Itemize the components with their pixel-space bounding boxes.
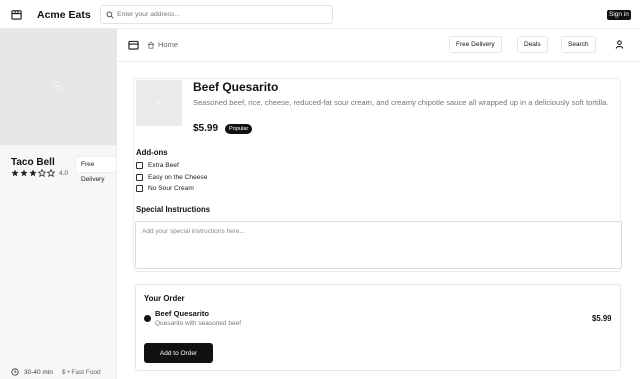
- addon-easy-cheese[interactable]: Easy on the Cheese: [136, 174, 207, 181]
- special-instructions-heading: Special Instructions: [136, 205, 211, 214]
- star-filled-icon: [20, 169, 28, 177]
- delivery-time: 30-40 min: [24, 368, 53, 376]
- store-icon: [128, 40, 139, 50]
- breadcrumb-home[interactable]: Home: [147, 40, 178, 49]
- store-icon[interactable]: [11, 9, 22, 20]
- addons-heading: Add-ons: [136, 148, 168, 157]
- checkbox[interactable]: [136, 162, 143, 169]
- addon-extra-beef[interactable]: Extra Beef: [136, 162, 179, 169]
- search-button[interactable]: Search: [561, 36, 596, 53]
- brand-name[interactable]: Acme Eats: [37, 9, 91, 21]
- free-delivery-button[interactable]: Free Delivery: [449, 36, 502, 53]
- item-description: Seasoned beef, rice, cheese, reduced-fat…: [193, 98, 609, 107]
- address-search-box[interactable]: [100, 5, 333, 24]
- free-delivery-badge: Free Delivery: [76, 157, 116, 183]
- order-heading: Your Order: [144, 294, 185, 303]
- add-to-order-button[interactable]: Add to Order: [144, 343, 213, 363]
- search-icon: [106, 11, 114, 19]
- restaurant-sidebar: Taco Bell Free Delivery 4.0 30-40 min $ …: [0, 29, 117, 379]
- sign-in-button[interactable]: Sign in: [607, 10, 631, 20]
- addon-label: Easy on the Cheese: [148, 174, 208, 181]
- restaurant-name: Taco Bell: [11, 157, 55, 168]
- order-item-description: Quesarito with seasoned beef: [155, 320, 241, 327]
- image-placeholder-icon: [157, 101, 161, 105]
- addon-no-sour-cream[interactable]: No Sour Cream: [136, 185, 194, 192]
- item-detail-panel: Beef Quesarito Seasoned beef, rice, chee…: [133, 78, 622, 272]
- item-title: Beef Quesarito: [193, 80, 279, 94]
- star-filled-icon: [29, 169, 37, 177]
- popular-badge: Popular: [225, 124, 253, 134]
- clock-icon: [11, 368, 19, 376]
- order-item-name: Beef Quesarito: [155, 309, 210, 318]
- star-empty-icon: [47, 169, 55, 177]
- checkbox[interactable]: [136, 185, 143, 192]
- image-placeholder-icon: [53, 81, 63, 91]
- order-item-price: $5.99: [592, 314, 612, 323]
- breadcrumb-home-label: Home: [158, 40, 179, 49]
- item-image: [136, 80, 182, 126]
- checkbox[interactable]: [136, 174, 143, 181]
- home-icon: [147, 41, 155, 49]
- restaurant-image: [0, 29, 117, 145]
- special-instructions-input[interactable]: [135, 221, 622, 269]
- price-category: $ • Fast Food: [61, 368, 101, 376]
- addon-label: No Sour Cream: [148, 185, 194, 192]
- addon-label: Extra Beef: [148, 162, 179, 169]
- order-summary-panel: Your Order Beef Quesarito Quesarito with…: [135, 284, 621, 371]
- deals-button[interactable]: Deals: [517, 36, 548, 53]
- restaurant-rating: 4.0: [11, 169, 68, 177]
- address-search-input[interactable]: [117, 7, 327, 22]
- rating-value: 4.0: [59, 169, 69, 177]
- star-filled-icon: [11, 169, 19, 177]
- top-navigation-bar: Acme Eats Sign in: [0, 0, 640, 29]
- user-icon[interactable]: [615, 40, 624, 49]
- star-empty-icon: [38, 169, 46, 177]
- store-header: Home Free Delivery Deals Search: [117, 29, 640, 62]
- order-item-bullet: [144, 315, 151, 322]
- item-price: $5.99: [193, 123, 219, 134]
- restaurant-meta: 30-40 min $ • Fast Food: [11, 368, 101, 376]
